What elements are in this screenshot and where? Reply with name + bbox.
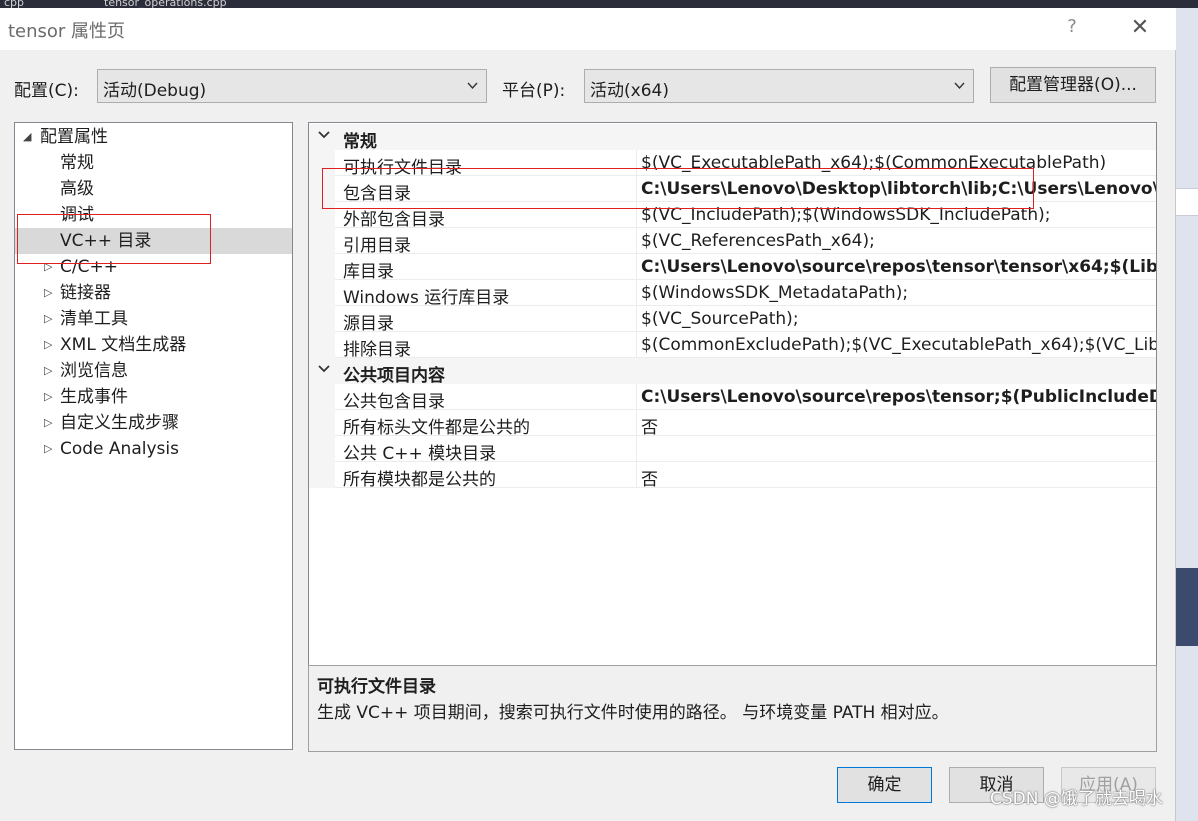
property-value[interactable]: $(VC_SourcePath);: [641, 309, 799, 329]
tree-item-linker[interactable]: ▷ 链接器: [15, 280, 292, 306]
editor-background-panel: [1176, 568, 1198, 646]
property-name: 引用目录: [343, 236, 411, 256]
property-name: 公共 C++ 模块目录: [343, 444, 497, 464]
tree-item-label: 链接器: [60, 283, 111, 303]
description-text: 生成 VC++ 项目期间，搜索可执行文件时使用的路径。 与环境变量 PATH 相…: [317, 703, 949, 723]
property-row[interactable]: 库目录 C:\Users\Lenovo\source\repos\tensor\…: [309, 254, 1156, 282]
property-name: 所有标头文件都是公共的: [343, 418, 530, 438]
editor-tab[interactable]: cpp: [4, 0, 44, 8]
property-row[interactable]: 公共包含目录 C:\Users\Lenovo\source\repos\tens…: [309, 384, 1156, 412]
category-general[interactable]: 常规: [309, 124, 1156, 152]
config-dropdown[interactable]: 活动(Debug): [97, 69, 487, 103]
tree-item-general[interactable]: 常规: [15, 150, 292, 176]
tree-item-xml-doc-generator[interactable]: ▷ XML 文档生成器: [15, 332, 292, 358]
category-public-project-content[interactable]: 公共项目内容: [309, 358, 1156, 386]
platform-value: 活动(x64): [590, 81, 669, 101]
description-panel: 可执行文件目录 生成 VC++ 项目期间，搜索可执行文件时使用的路径。 与环境变…: [308, 665, 1157, 752]
platform-label: 平台(P):: [502, 81, 566, 101]
property-row[interactable]: 所有模块都是公共的 否: [309, 462, 1156, 490]
dialog-title: tensor 属性页: [8, 21, 126, 42]
tree-item-browse-info[interactable]: ▷ 浏览信息: [15, 358, 292, 384]
expanded-triangle-icon[interactable]: ◢: [23, 124, 31, 150]
tree-item-label: 清单工具: [60, 309, 128, 329]
property-value[interactable]: $(WindowsSDK_MetadataPath);: [641, 283, 908, 303]
property-value[interactable]: 否: [641, 465, 658, 490]
category-label: 公共项目内容: [343, 366, 445, 386]
chevron-down-icon: [467, 82, 478, 90]
config-label: 配置(C):: [14, 81, 79, 101]
property-name: 源目录: [343, 314, 394, 334]
category-label: 常规: [343, 132, 377, 152]
property-name: 库目录: [343, 262, 394, 282]
property-row[interactable]: 源目录 $(VC_SourcePath);: [309, 306, 1156, 334]
property-name: 公共包含目录: [343, 392, 445, 412]
dialog-titlebar: tensor 属性页 ? ✕: [0, 8, 1176, 50]
tree-item-manifest-tool[interactable]: ▷ 清单工具: [15, 306, 292, 332]
help-button[interactable]: ?: [1060, 16, 1084, 40]
tree-item-label: 配置属性: [40, 127, 108, 147]
tree-item-custom-build-step[interactable]: ▷ 自定义生成步骤: [15, 410, 292, 436]
config-manager-button[interactable]: 配置管理器(O)...: [990, 67, 1156, 103]
collapsed-triangle-icon[interactable]: ▷: [44, 358, 52, 384]
property-value[interactable]: C:\Users\Lenovo\source\repos\tensor\tens…: [641, 257, 1156, 277]
tree-item-label: XML 文档生成器: [60, 335, 187, 355]
tree-item-label: 常规: [60, 153, 94, 173]
property-name: 所有模块都是公共的: [343, 470, 496, 490]
collapsed-triangle-icon[interactable]: ▷: [44, 280, 52, 306]
tree-item-label: 浏览信息: [60, 361, 128, 381]
highlight-box: [322, 168, 1034, 209]
property-row[interactable]: Windows 运行库目录 $(WindowsSDK_MetadataPath)…: [309, 280, 1156, 308]
editor-tab-strip: cpp tensor_operations.cpp: [0, 0, 1198, 8]
collapsed-triangle-icon[interactable]: ▷: [44, 384, 52, 410]
property-value[interactable]: $(VC_ReferencesPath_x64);: [641, 231, 875, 251]
tree-item-advanced[interactable]: 高级: [15, 176, 292, 202]
tree-item-build-events[interactable]: ▷ 生成事件: [15, 384, 292, 410]
close-button[interactable]: ✕: [1124, 14, 1156, 42]
tree-root-config-properties[interactable]: ◢ 配置属性: [15, 124, 292, 150]
tree-item-label: 生成事件: [60, 387, 128, 407]
watermark: CSDN @饿了就去喝水: [990, 789, 1163, 809]
chevron-down-icon[interactable]: [317, 128, 331, 142]
platform-dropdown[interactable]: 活动(x64): [584, 69, 974, 103]
property-value[interactable]: $(CommonExcludePath);$(VC_ExecutablePath…: [641, 335, 1156, 355]
collapsed-triangle-icon[interactable]: ▷: [44, 332, 52, 358]
property-pages-dialog: tensor 属性页 ? ✕ 配置(C): 活动(Debug) 平台(P): 活…: [0, 8, 1176, 821]
property-row[interactable]: 引用目录 $(VC_ReferencesPath_x64);: [309, 228, 1156, 256]
tree-item-label: 高级: [60, 179, 94, 199]
chevron-down-icon: [954, 82, 965, 90]
editor-background-panel: [1176, 188, 1198, 216]
tree-item-label: 自定义生成步骤: [60, 413, 179, 433]
property-name: Windows 运行库目录: [343, 288, 510, 308]
editor-background-edge: [1176, 8, 1198, 821]
property-value[interactable]: C:\Users\Lenovo\source\repos\tensor;$(Pu…: [641, 387, 1156, 407]
collapsed-triangle-icon[interactable]: ▷: [44, 410, 52, 436]
description-title: 可执行文件目录: [317, 677, 436, 697]
property-row[interactable]: 公共 C++ 模块目录: [309, 436, 1156, 464]
tree-item-code-analysis[interactable]: ▷ Code Analysis: [15, 436, 292, 462]
property-name: 排除目录: [343, 340, 411, 360]
chevron-down-icon[interactable]: [317, 362, 331, 376]
collapsed-triangle-icon[interactable]: ▷: [44, 436, 52, 462]
property-value[interactable]: 否: [641, 413, 658, 438]
property-row[interactable]: 排除目录 $(CommonExcludePath);$(VC_Executabl…: [309, 332, 1156, 360]
ok-button[interactable]: 确定: [837, 767, 932, 803]
collapsed-triangle-icon[interactable]: ▷: [44, 306, 52, 332]
editor-tab[interactable]: tensor_operations.cpp: [104, 0, 304, 8]
config-value: 活动(Debug): [103, 81, 207, 101]
tree-item-label: Code Analysis: [60, 439, 179, 459]
highlight-box: [17, 214, 211, 264]
property-row[interactable]: 所有标头文件都是公共的 否: [309, 410, 1156, 438]
